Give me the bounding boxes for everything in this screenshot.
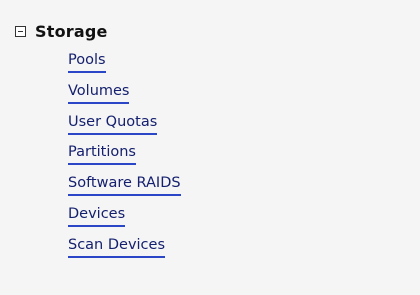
storage-group-header: Storage	[15, 20, 108, 42]
nav-item-software-raids: Software RAIDS	[68, 174, 181, 205]
devices-link[interactable]: Devices	[68, 205, 126, 227]
scan-devices-link[interactable]: Scan Devices	[68, 236, 166, 258]
nav-item-devices: Devices	[68, 205, 181, 236]
nav-item-partitions: Partitions	[68, 143, 181, 174]
nav-item-volumes: Volumes	[68, 82, 181, 113]
nav-item-user-quotas: User Quotas	[68, 113, 181, 144]
volumes-link[interactable]: Volumes	[68, 82, 130, 104]
nav-item-pools: Pools	[68, 51, 181, 82]
storage-group-title: Storage	[35, 21, 108, 41]
storage-nav-panel: Storage Pools Volumes User Quotas Partit…	[0, 0, 420, 295]
collapse-minus-icon[interactable]	[15, 25, 26, 37]
nav-item-scan-devices: Scan Devices	[68, 236, 181, 267]
user-quotas-link[interactable]: User Quotas	[68, 113, 158, 135]
software-raids-link[interactable]: Software RAIDS	[68, 174, 181, 197]
storage-nav-list: Pools Volumes User Quotas Partitions Sof…	[68, 51, 181, 267]
partitions-link[interactable]: Partitions	[68, 143, 136, 166]
pools-link[interactable]: Pools	[68, 51, 106, 73]
